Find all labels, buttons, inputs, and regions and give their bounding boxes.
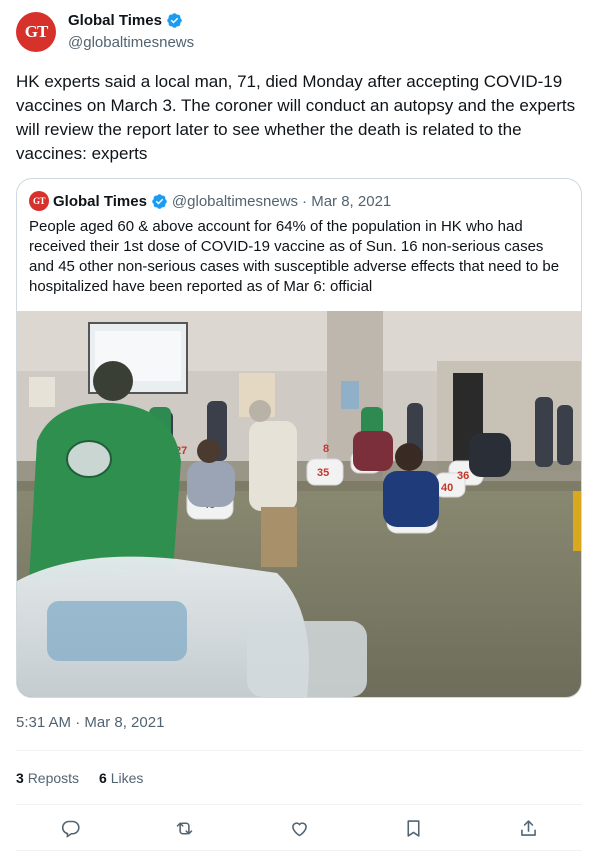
likes-count: 6 <box>99 770 107 786</box>
quoted-author-name: Global Times <box>53 192 147 210</box>
like-icon <box>291 821 307 836</box>
engagement-stats: 3 Reposts 6 Likes <box>16 770 143 786</box>
likes-label: Likes <box>110 770 144 786</box>
share-icon <box>520 819 536 836</box>
avatar[interactable]: GT <box>16 12 56 52</box>
verified-badge-icon <box>152 193 167 209</box>
quoted-avatar: GT <box>29 191 49 211</box>
action-bar <box>56 814 542 842</box>
divider <box>16 750 582 751</box>
reposts-count: 3 <box>16 770 24 786</box>
tweet-header: GT Global Times @globaltimesnews <box>16 12 582 52</box>
author-name[interactable]: Global Times <box>68 12 162 29</box>
chair-number: 35 <box>317 467 329 479</box>
verified-badge-icon <box>167 13 182 28</box>
bookmark-button[interactable] <box>400 814 428 842</box>
chair-number: 40 <box>441 482 453 494</box>
like-button[interactable] <box>285 814 313 842</box>
tweet-timestamp[interactable]: 5:31 AM · Mar 8, 2021 <box>16 714 164 731</box>
likes-stat[interactable]: 6 Likes <box>99 770 143 786</box>
bookmark-icon <box>407 819 420 837</box>
quoted-text: People aged 60 & above account for 64% o… <box>29 218 560 295</box>
reply-icon <box>61 820 80 838</box>
reposts-label: Reposts <box>27 770 80 786</box>
chair-number: 36 <box>457 470 469 482</box>
author-handle[interactable]: @globaltimesnews <box>68 34 194 51</box>
author-name-row[interactable]: Global Times <box>68 12 183 29</box>
quoted-handle: @globaltimesnews <box>171 192 299 210</box>
avatar-logo-text: GT <box>24 22 49 41</box>
divider <box>16 804 582 805</box>
divider <box>16 850 582 851</box>
quoted-date: · Mar 8, 2021 <box>302 192 392 210</box>
reply-button[interactable] <box>56 814 84 842</box>
quoted-header: GT Global Times @globaltimesnews · Mar 8… <box>29 191 391 211</box>
repost-button[interactable] <box>171 814 199 842</box>
quoted-photo[interactable]: 43 35 31 36 32 40 44 27 8 <box>17 311 581 697</box>
quoted-avatar-logo-text: GT <box>32 196 46 206</box>
reposts-stat[interactable]: 3 Reposts <box>16 770 79 786</box>
tweet-text: HK experts said a local man, 71, died Mo… <box>16 72 576 163</box>
quoted-tweet[interactable]: GT Global Times @globaltimesnews · Mar 8… <box>16 178 582 698</box>
repost-icon <box>176 821 193 835</box>
share-button[interactable] <box>514 814 542 842</box>
chair-number: 8 <box>323 443 329 455</box>
